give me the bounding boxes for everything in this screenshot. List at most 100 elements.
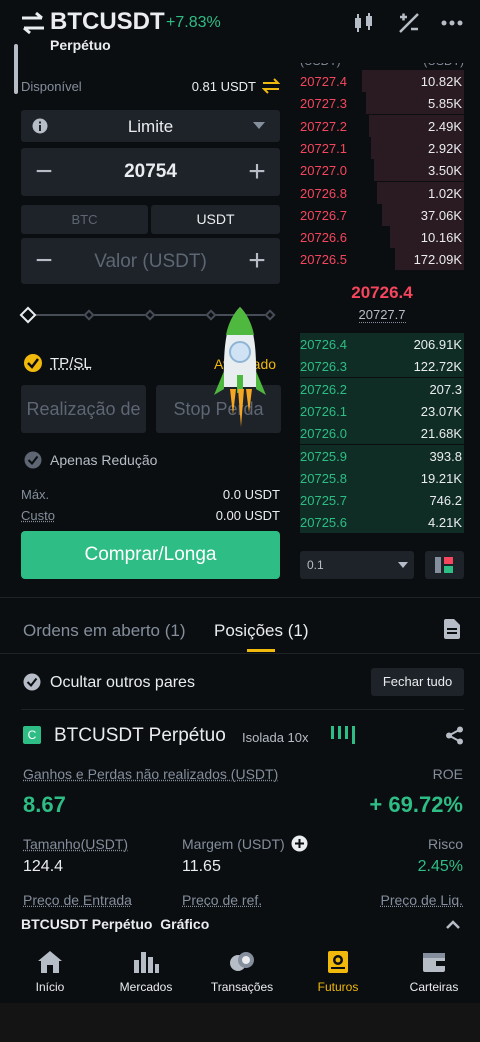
tab-indicator bbox=[247, 649, 275, 652]
chevron-down-icon bbox=[253, 122, 265, 130]
symbol-title[interactable]: BTCUSDT bbox=[50, 8, 165, 36]
nav-wallets[interactable]: Carteiras bbox=[386, 950, 480, 994]
bid-quantity: 21.68K bbox=[421, 426, 462, 441]
reduce-only-label[interactable]: Apenas Redução bbox=[50, 452, 157, 468]
nav-futures-label: Futuros bbox=[318, 980, 359, 994]
chart-bar-label: Gráfico bbox=[160, 916, 209, 932]
price-value[interactable]: 20754 bbox=[67, 161, 234, 183]
chart-bar-symbol: BTCUSDT Perpétuo bbox=[21, 916, 152, 932]
hide-other-pairs-label[interactable]: Ocultar outros pares bbox=[50, 674, 195, 692]
buy-long-button[interactable]: Comprar/Longa bbox=[21, 531, 280, 579]
position-symbol[interactable]: BTCUSDT Perpétuo bbox=[54, 725, 226, 747]
order-type-label: Limite bbox=[21, 117, 280, 137]
bid-row[interactable]: 20725.6 4.21K bbox=[300, 511, 464, 533]
unit-tabs: BTC USDT bbox=[21, 205, 280, 234]
ask-quantity: 37.06K bbox=[421, 208, 462, 223]
price-input[interactable]: − 20754 + bbox=[21, 148, 280, 196]
ask-row[interactable]: 20727.4 10.82K bbox=[300, 70, 464, 92]
bid-row[interactable]: 20726.1 23.07K bbox=[300, 400, 464, 422]
ask-row[interactable]: 20726.6 10.16K bbox=[300, 226, 464, 248]
ask-quantity: 10.82K bbox=[421, 74, 462, 89]
nav-markets[interactable]: Mercados bbox=[98, 950, 194, 994]
ask-row[interactable]: 20726.5 172.09K bbox=[300, 248, 464, 270]
amount-input[interactable]: − Valor (USDT) + bbox=[21, 238, 280, 284]
size-value: 124.4 bbox=[23, 858, 63, 876]
close-all-button[interactable]: Fechar tudo bbox=[371, 668, 464, 696]
pnl-label[interactable]: Ganhos e Perdas não realizados (USDT) bbox=[23, 766, 278, 782]
ask-price: 20727.4 bbox=[300, 74, 347, 89]
checkbox-checked-icon[interactable] bbox=[23, 353, 43, 373]
ref-price-label[interactable]: Preço de ref. bbox=[182, 892, 262, 908]
tab-open-orders[interactable]: Ordens em aberto (1) bbox=[23, 621, 186, 641]
unit-tab-btc[interactable]: BTC bbox=[21, 205, 148, 234]
tpsl-label[interactable]: TP/SL bbox=[50, 355, 92, 372]
bid-price: 20726.3 bbox=[300, 359, 347, 374]
long-badge: C bbox=[23, 726, 41, 744]
divider bbox=[21, 709, 464, 710]
chart-bar[interactable]: BTCUSDT Perpétuo Gráfico bbox=[21, 916, 209, 932]
chevron-up-icon[interactable] bbox=[446, 920, 460, 929]
size-label[interactable]: Tamanho(USDT) bbox=[23, 836, 128, 852]
minus-icon[interactable]: − bbox=[21, 148, 67, 196]
contract-type: Perpétuo bbox=[50, 37, 111, 53]
ask-row[interactable]: 20726.8 1.02K bbox=[300, 182, 464, 204]
futures-icon bbox=[325, 950, 351, 974]
minus-icon[interactable]: − bbox=[21, 238, 67, 284]
bid-row[interactable]: 20725.9 393.8 bbox=[300, 445, 464, 467]
slider-step[interactable] bbox=[83, 309, 94, 320]
nav-home[interactable]: Início bbox=[2, 950, 98, 994]
amount-placeholder[interactable]: Valor (USDT) bbox=[67, 251, 234, 273]
take-profit-input[interactable]: Realização de bbox=[21, 385, 146, 433]
nav-futures[interactable]: Futuros bbox=[290, 950, 386, 994]
plus-icon[interactable]: + bbox=[234, 238, 280, 284]
ask-row[interactable]: 20727.2 2.49K bbox=[300, 115, 464, 137]
risk-value: 2.45% bbox=[380, 858, 463, 876]
add-margin-icon[interactable] bbox=[291, 835, 308, 852]
system-nav-bar bbox=[0, 1003, 480, 1042]
ask-price: 20727.1 bbox=[300, 141, 347, 156]
ask-quantity: 10.16K bbox=[421, 230, 462, 245]
plus-icon[interactable]: + bbox=[234, 148, 280, 196]
swap-arrows-icon[interactable] bbox=[20, 12, 46, 34]
calculator-icon[interactable] bbox=[398, 12, 420, 34]
bid-row[interactable]: 20726.0 21.68K bbox=[300, 422, 464, 444]
entry-price-label[interactable]: Preço de Entrada bbox=[23, 892, 132, 908]
checkbox-icon[interactable] bbox=[24, 451, 42, 469]
liq-price-label[interactable]: Preço de Liq. bbox=[340, 892, 463, 908]
available-label: Disponível bbox=[21, 79, 82, 94]
ask-row[interactable]: 20727.3 5.85K bbox=[300, 92, 464, 114]
tab-positions[interactable]: Posições (1) bbox=[214, 621, 308, 641]
document-icon[interactable] bbox=[444, 619, 460, 639]
bid-row[interactable]: 20726.2 207.3 bbox=[300, 378, 464, 400]
precision-select[interactable]: 0.1 bbox=[300, 551, 414, 579]
slider-handle[interactable] bbox=[20, 307, 37, 324]
ask-row[interactable]: 20727.1 2.92K bbox=[300, 137, 464, 159]
book-layout-button[interactable] bbox=[425, 551, 464, 579]
nav-trades[interactable]: Transações bbox=[194, 950, 290, 994]
divider bbox=[0, 597, 480, 598]
checkbox-icon[interactable] bbox=[23, 673, 41, 691]
risk-label: Risco bbox=[380, 836, 463, 852]
transfer-icon[interactable] bbox=[262, 78, 280, 94]
last-price[interactable]: 20726.4 bbox=[300, 283, 464, 303]
more-icon[interactable] bbox=[440, 14, 464, 32]
candlestick-icon[interactable] bbox=[352, 12, 376, 34]
bid-row[interactable]: 20725.8 19.21K bbox=[300, 467, 464, 489]
unit-tab-usdt[interactable]: USDT bbox=[151, 205, 280, 234]
ask-price: 20727.3 bbox=[300, 96, 347, 111]
bid-row[interactable]: 20726.3 122.72K bbox=[300, 355, 464, 377]
chevron-down-icon bbox=[398, 562, 408, 569]
ask-price: 20726.8 bbox=[300, 186, 347, 201]
ask-price: 20727.2 bbox=[300, 119, 347, 134]
share-icon[interactable] bbox=[445, 726, 464, 745]
rocket-icon bbox=[212, 305, 268, 439]
order-type-select[interactable]: Limite bbox=[21, 110, 280, 142]
bid-row[interactable]: 20725.7 746.2 bbox=[300, 489, 464, 511]
header-mask bbox=[300, 53, 464, 63]
bid-quantity: 207.3 bbox=[429, 382, 462, 397]
slider-step[interactable] bbox=[144, 309, 155, 320]
bid-row[interactable]: 20726.4 206.91K bbox=[300, 333, 464, 355]
ask-row[interactable]: 20726.7 37.06K bbox=[300, 204, 464, 226]
ask-row[interactable]: 20727.0 3.50K bbox=[300, 159, 464, 181]
cost-label[interactable]: Custo bbox=[21, 508, 55, 523]
